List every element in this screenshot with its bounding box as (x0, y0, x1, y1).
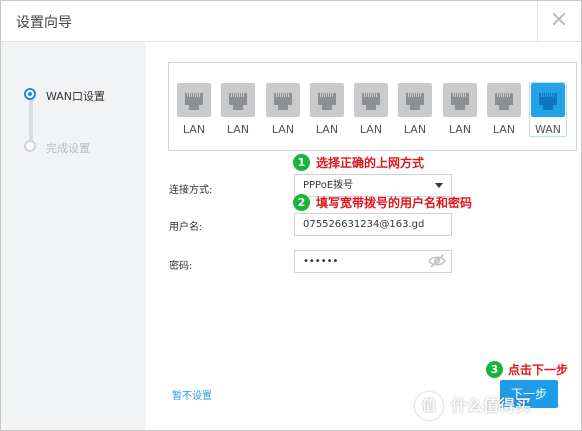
username-value: 075526631234@163.gd (303, 219, 425, 230)
port-label: LAN (448, 123, 472, 136)
lan-port-2: LAN (220, 83, 256, 136)
ethernet-port-icon (354, 83, 388, 117)
port-label: LAN (226, 123, 250, 136)
step-label-finish: 完成设置 (46, 142, 90, 155)
port-label: LAN (315, 123, 339, 136)
connection-type-value: PPPoE拨号 (303, 180, 354, 191)
step-label-wan[interactable]: WAN口设置 (46, 88, 105, 104)
lan-port-4: LAN (309, 83, 345, 136)
port-label: LAN (359, 123, 383, 136)
setup-wizard-dialog: 设置向导 × WAN口设置 完成设置 LAN LAN LAN LAN LAN L… (0, 0, 582, 431)
ethernet-port-icon (177, 83, 211, 117)
username-field[interactable]: 075526631234@163.gd (294, 213, 452, 236)
close-separator (537, 1, 538, 41)
port-label: LAN (492, 123, 516, 136)
step-indicator-finish (24, 140, 36, 152)
wan-port: WAN (530, 83, 566, 136)
ethernet-port-icon (443, 83, 477, 117)
ethernet-port-icon (310, 83, 344, 117)
step-indicator-wan (24, 88, 36, 100)
skip-setup-link[interactable]: 暂不设置 (172, 387, 212, 402)
annotation-text-3: 点击下一步 (508, 363, 569, 377)
lan-port-5: LAN (353, 83, 389, 136)
watermark-logo-icon: 值 (415, 392, 443, 420)
port-label: LAN (271, 123, 295, 136)
password-label: 密码: (169, 261, 193, 272)
ethernet-port-icon (398, 83, 432, 117)
port-label: LAN (403, 123, 427, 136)
annotation-badge-3: 3 (486, 361, 503, 378)
port-diagram: LAN LAN LAN LAN LAN LAN LAN LAN WAN (168, 62, 577, 151)
ethernet-port-icon (487, 83, 521, 117)
ethernet-port-icon (266, 83, 300, 117)
close-icon[interactable]: × (547, 8, 571, 32)
connection-type-label: 连接方式: (169, 185, 213, 196)
step-sidebar: WAN口设置 完成设置 (1, 42, 146, 430)
ethernet-port-icon (221, 83, 255, 117)
dropdown-arrow-icon (435, 183, 443, 188)
lan-port-6: LAN (397, 83, 433, 136)
port-label: LAN (182, 123, 206, 136)
lan-port-7: LAN (442, 83, 478, 136)
watermark: 值 什么值得买 (415, 390, 580, 422)
annotation-badge-2: 2 (293, 194, 310, 211)
password-field[interactable]: •••••• (294, 250, 452, 273)
username-label: 用户名: (169, 222, 203, 233)
watermark-text: 什么值得买 (451, 396, 532, 415)
annotation-text-1: 选择正确的上网方式 (316, 156, 425, 170)
ethernet-port-icon (531, 83, 565, 117)
port-label: WAN (534, 123, 562, 136)
dialog-title: 设置向导 (16, 15, 72, 31)
lan-port-1: LAN (176, 83, 212, 136)
password-value: •••••• (303, 256, 339, 267)
annotation-text-2: 填写宽带拨号的用户名和密码 (316, 196, 473, 210)
lan-port-3: LAN (265, 83, 301, 136)
title-bar: 设置向导 × (1, 1, 581, 42)
annotation-badge-1: 1 (293, 154, 310, 171)
lan-port-8: LAN (486, 83, 522, 136)
hide-password-icon[interactable] (428, 254, 446, 268)
